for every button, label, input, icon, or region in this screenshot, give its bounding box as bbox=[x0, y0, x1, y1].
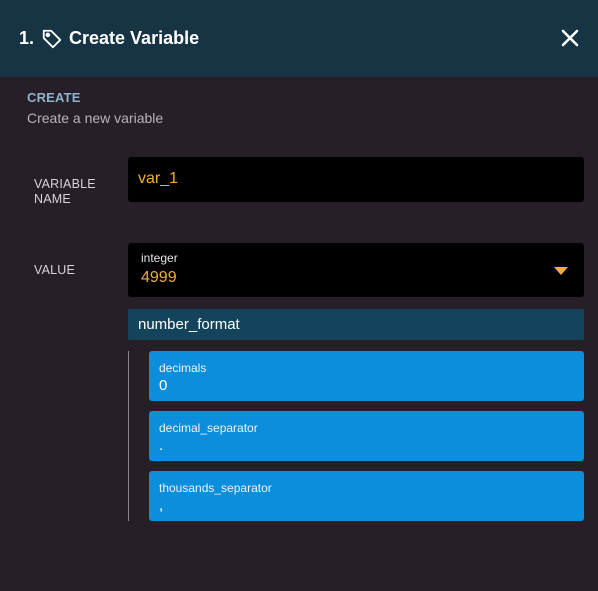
decimals-field[interactable]: decimals 0 bbox=[149, 351, 584, 401]
field-value[interactable]: 0 bbox=[159, 377, 167, 394]
value-type-select[interactable]: integer 4999 bbox=[128, 243, 584, 297]
value-field[interactable]: 4999 bbox=[141, 269, 177, 287]
dialog-header: 1. Create Variable bbox=[0, 0, 598, 77]
value-label: VALUE bbox=[34, 263, 76, 277]
dialog-title: Create Variable bbox=[69, 28, 200, 48]
field-label: decimal_separator bbox=[159, 421, 258, 435]
close-icon[interactable] bbox=[559, 27, 581, 49]
step-number: 1. bbox=[19, 28, 35, 48]
field-value[interactable]: , bbox=[159, 497, 163, 514]
caret-down-icon[interactable] bbox=[554, 267, 568, 275]
section-subtitle: Create a new variable bbox=[27, 110, 164, 126]
field-label: thousands_separator bbox=[159, 481, 272, 495]
variable-name-input[interactable]: var_1 bbox=[128, 157, 584, 202]
tag-icon bbox=[41, 28, 63, 50]
number-format-group-header[interactable]: number_format bbox=[128, 309, 584, 340]
section-title: CREATE bbox=[27, 90, 81, 105]
field-value[interactable]: . bbox=[159, 437, 163, 454]
value-type-label: integer bbox=[141, 251, 178, 265]
variable-name-label: VARIABLE NAME bbox=[34, 177, 96, 206]
thousands-separator-field[interactable]: thousands_separator , bbox=[149, 471, 584, 521]
field-label: decimals bbox=[159, 361, 207, 375]
decimal-separator-field[interactable]: decimal_separator . bbox=[149, 411, 584, 461]
group-indent-line bbox=[128, 351, 129, 521]
